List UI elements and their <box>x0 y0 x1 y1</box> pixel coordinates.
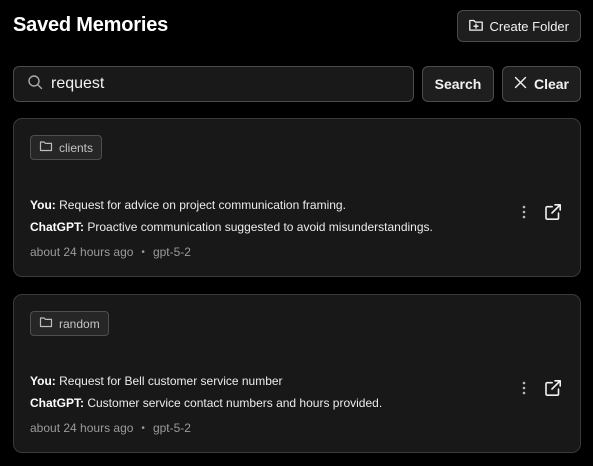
assistant-text: Proactive communication suggested to avo… <box>87 220 433 234</box>
folder-tag-label: random <box>59 316 100 331</box>
memory-meta: about 24 hours ago • gpt-5-2 <box>30 421 191 435</box>
external-link-icon <box>543 202 563 227</box>
open-conversation-button[interactable] <box>542 203 564 225</box>
user-label: You: <box>30 374 56 388</box>
page-title: Saved Memories <box>13 14 169 36</box>
folder-tag[interactable]: clients <box>30 135 103 160</box>
search-icon <box>27 74 43 95</box>
memory-card: random You: Request for Bell customer se… <box>13 294 581 453</box>
timestamp: about 24 hours ago <box>30 245 134 259</box>
meta-separator: • <box>141 246 145 258</box>
user-message: You: Request for advice on project commu… <box>30 198 346 212</box>
folder-tag[interactable]: random <box>30 311 109 336</box>
assistant-text: Customer service contact numbers and hou… <box>87 396 383 410</box>
more-options-button[interactable] <box>516 380 532 400</box>
create-folder-button[interactable]: Create Folder <box>456 10 581 42</box>
search-input[interactable] <box>51 75 381 93</box>
external-link-icon <box>543 378 563 403</box>
folder-plus-icon <box>468 17 484 36</box>
folder-tag-label: clients <box>59 140 94 155</box>
user-text: Request for Bell customer service number <box>59 374 283 388</box>
more-vertical-icon <box>522 205 526 224</box>
assistant-message: ChatGPT: Customer service contact number… <box>30 396 382 410</box>
user-text: Request for advice on project communicat… <box>59 198 346 212</box>
model-name: gpt-5-2 <box>152 421 191 435</box>
model-name: gpt-5-2 <box>152 245 191 259</box>
clear-button[interactable]: Clear <box>502 66 581 102</box>
user-label: You: <box>30 198 56 212</box>
close-icon <box>514 76 527 92</box>
meta-separator: • <box>141 422 145 434</box>
clear-label: Clear <box>533 76 570 92</box>
open-conversation-button[interactable] <box>542 379 564 401</box>
user-message: You: Request for Bell customer service n… <box>30 374 283 388</box>
assistant-label: ChatGPT: <box>30 396 84 410</box>
search-box[interactable] <box>13 66 414 102</box>
memory-meta: about 24 hours ago • gpt-5-2 <box>30 245 191 259</box>
assistant-label: ChatGPT: <box>30 220 84 234</box>
timestamp: about 24 hours ago <box>30 421 134 435</box>
more-options-button[interactable] <box>516 204 532 224</box>
folder-icon <box>39 315 53 332</box>
search-button[interactable]: Search <box>422 66 494 102</box>
create-folder-label: Create Folder <box>489 18 569 34</box>
more-vertical-icon <box>522 381 526 400</box>
search-row: Search Clear <box>13 66 581 102</box>
folder-icon <box>39 139 53 156</box>
assistant-message: ChatGPT: Proactive communication suggest… <box>30 220 433 234</box>
header: Saved Memories Create Folder <box>13 10 581 42</box>
memory-card: clients You: Request for advice on proje… <box>13 118 581 277</box>
